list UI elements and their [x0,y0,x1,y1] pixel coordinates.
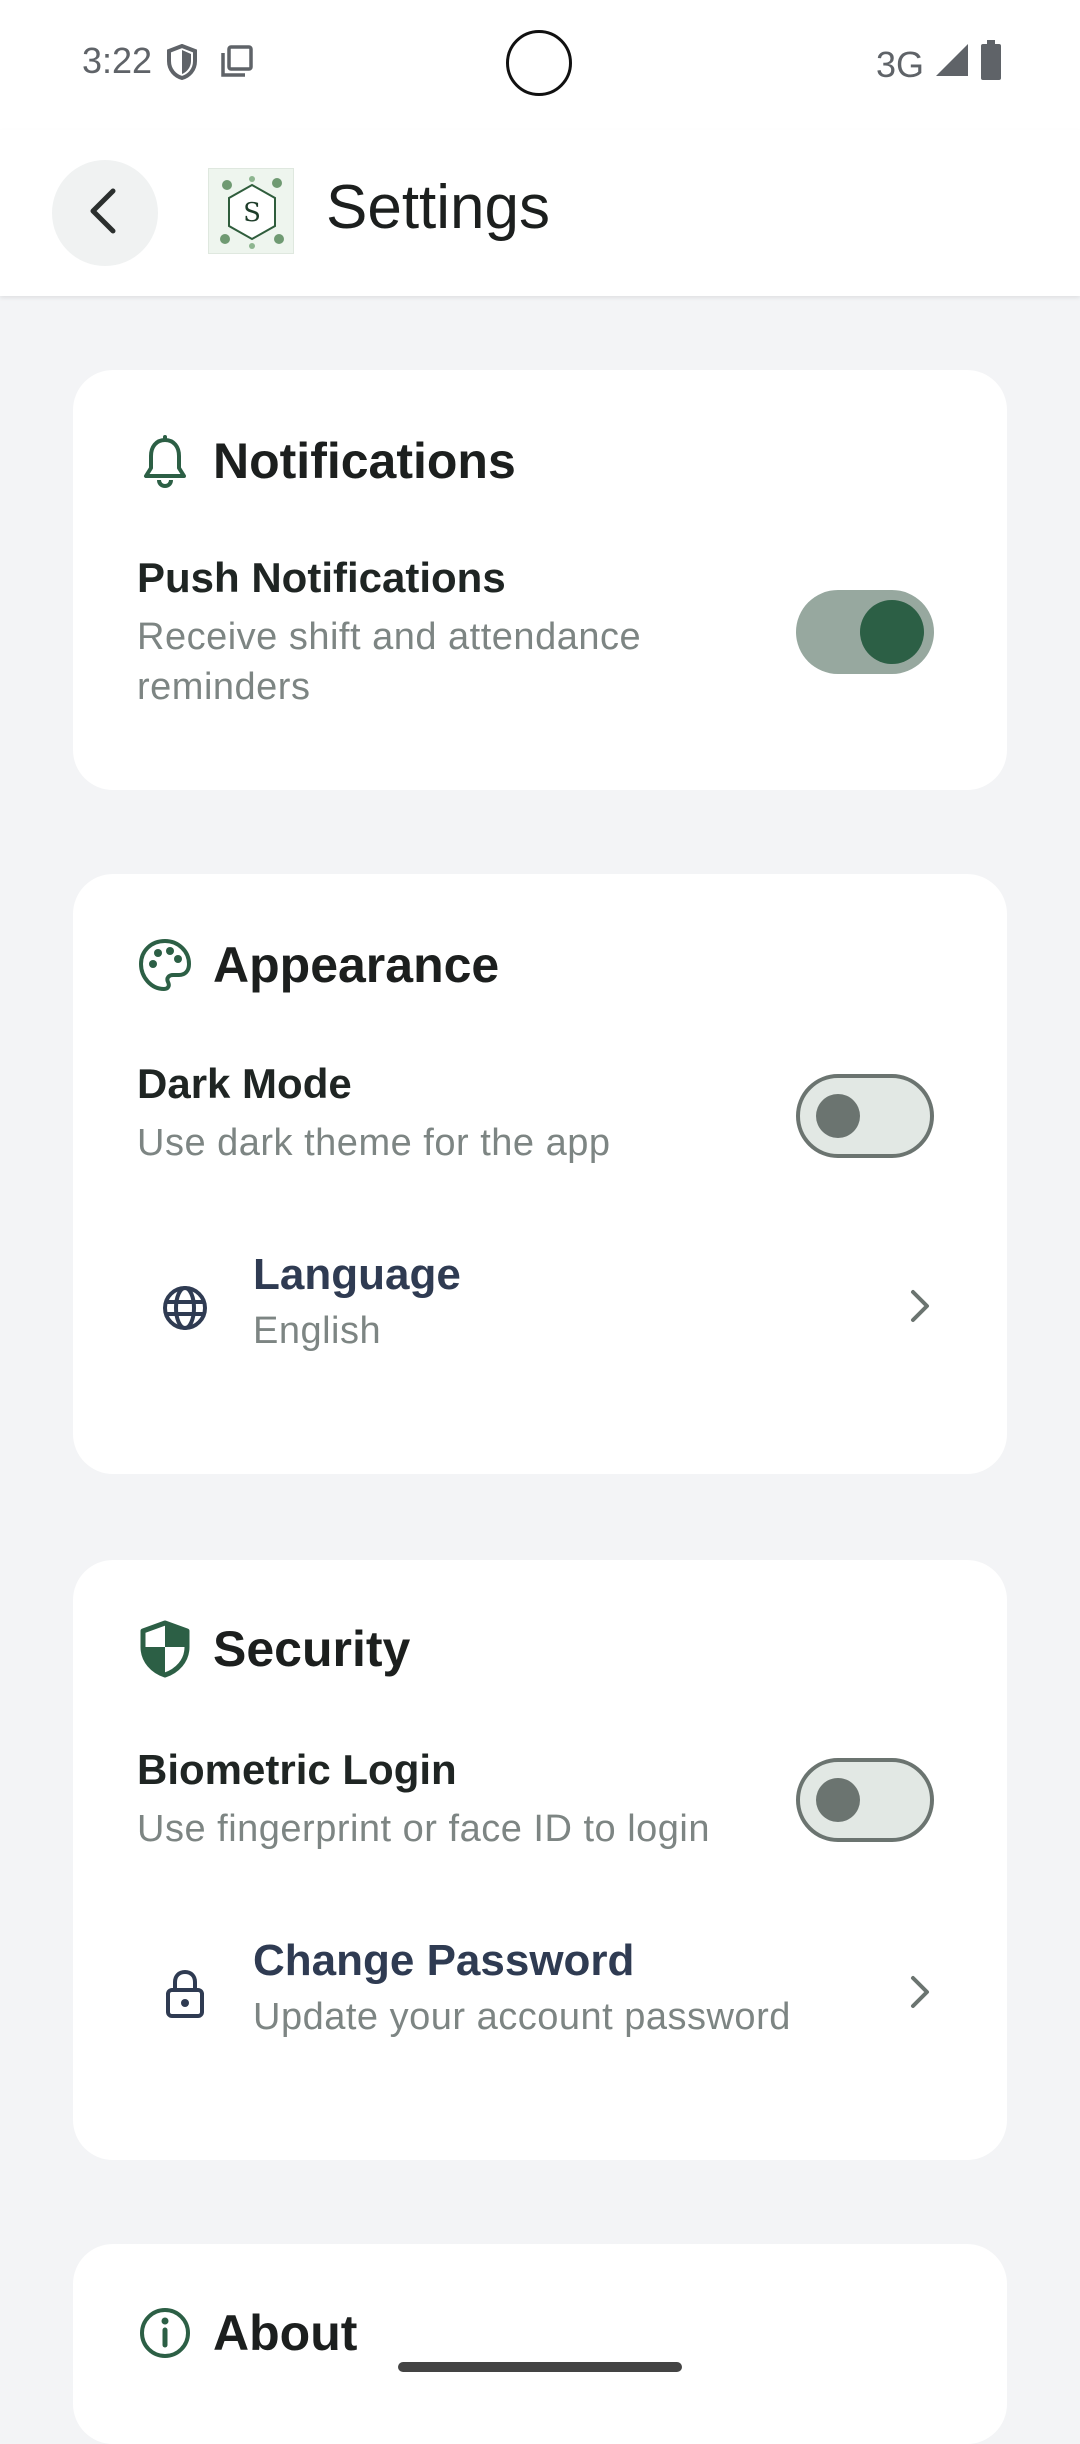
bell-icon [137,433,193,489]
notifications-title: Notifications [213,433,516,489]
dark-mode-label: Dark Mode [137,1060,352,1107]
app-logo: S [208,168,294,254]
camera-cutout [506,30,572,96]
palette-icon [137,937,193,993]
push-notifications-toggle[interactable] [796,590,934,674]
status-left-icons [166,43,254,85]
battery-icon [980,40,1002,89]
security-card: Security Biometric Login Use fingerprint… [73,1560,1007,2160]
home-indicator[interactable] [398,2362,682,2372]
biometric-login-toggle[interactable] [796,1758,934,1842]
dark-mode-toggle[interactable] [796,1074,934,1158]
language-label: Language [253,1250,461,1299]
shield-status-icon [166,43,198,85]
toggle-knob [860,600,924,664]
push-notifications-description: Receive shift and attendance reminders [137,612,641,712]
globe-icon [157,1280,213,1336]
push-notifications-label: Push Notifications [137,554,506,601]
network-type: 3G [875,43,924,85]
about-header: About [137,2304,357,2362]
change-password-row[interactable]: Change Password Update your account pass… [137,1922,943,2062]
about-card: About [73,2244,1007,2444]
status-right: 3G [876,40,1002,89]
change-password-description: Update your account password [253,1996,791,2038]
app-bar: S Settings [0,130,1080,296]
logo-letter: S [243,198,261,228]
language-row[interactable]: Language English [137,1236,943,1376]
security-title: Security [213,1621,411,1677]
back-button[interactable] [52,160,158,266]
info-icon [137,2305,193,2361]
page-title: Settings [326,173,551,242]
toggle-knob [816,1094,860,1138]
lock-icon [157,1966,213,2022]
appearance-card: Appearance Dark Mode Use dark theme for … [73,874,1007,1474]
shield-icon [137,1620,193,1678]
language-value: English [253,1310,382,1352]
status-bar: 3:22 3G [0,0,1080,130]
signal-icon [934,42,970,87]
chevron-right-icon [895,1968,943,2016]
biometric-login-description: Use fingerprint or face ID to login [137,1808,710,1850]
copy-status-icon [220,44,254,85]
chevron-right-icon [895,1282,943,1330]
appearance-title: Appearance [213,937,500,993]
appearance-header: Appearance [137,936,499,994]
biometric-login-label: Biometric Login [137,1746,457,1793]
toggle-knob [816,1778,860,1822]
notifications-header: Notifications [137,432,516,490]
status-time: 3:22 [82,40,153,81]
push-description-line-2: reminders [137,666,311,708]
notifications-card: Notifications Push Notifications Receive… [73,370,1007,790]
security-header: Security [137,1620,410,1678]
push-description-line-1: Receive shift and attendance [137,616,642,658]
arrow-left-icon [85,187,125,240]
dark-mode-description: Use dark theme for the app [137,1122,611,1164]
about-title: About [213,2305,358,2361]
change-password-label: Change Password [253,1936,635,1985]
